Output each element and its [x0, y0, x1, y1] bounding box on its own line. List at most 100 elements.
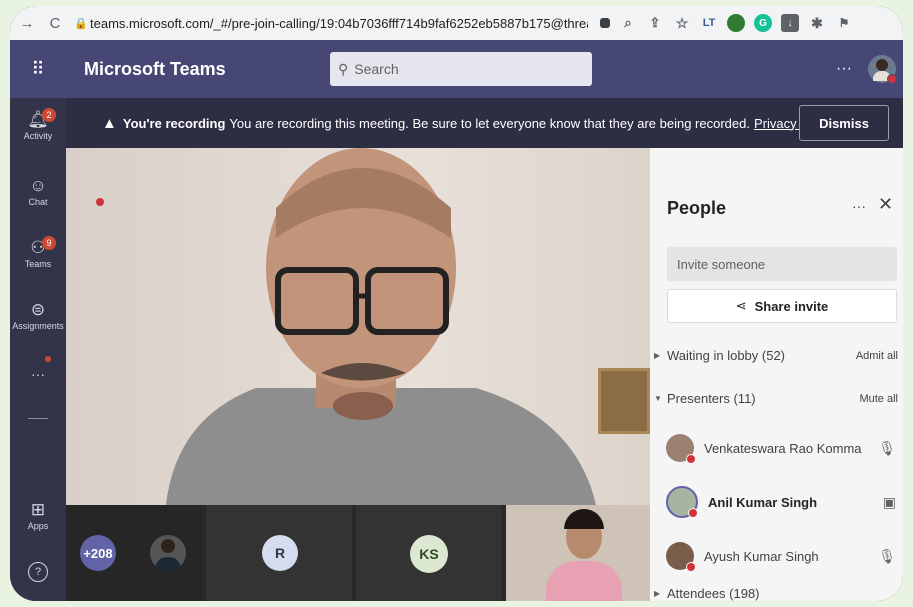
close-icon[interactable]: ✕ [878, 194, 893, 215]
extension-lt-icon[interactable]: LT [700, 14, 718, 32]
screen-share-icon[interactable]: ▣ [883, 494, 896, 511]
initials-avatar-r: R [262, 535, 298, 571]
people-title: People [667, 198, 727, 218]
activity-badge: 2 [42, 108, 56, 122]
rail-item-activity[interactable]: 🔔︎ 2 Activity [10, 108, 66, 141]
share-invite-label: Share invite [754, 298, 829, 314]
people-panel: People ··· ✕ Invite someone ⋖ Share invi… [650, 148, 903, 601]
mic-muted-icon[interactable]: 🎙︎ [878, 440, 896, 457]
participant-tile-r[interactable]: R [206, 505, 352, 601]
speaker-video [166, 148, 596, 505]
participant-hair [564, 509, 604, 529]
notification-dot [45, 356, 51, 362]
profile-avatar[interactable] [867, 55, 897, 84]
presenter-name: Ayush Kumar Singh [704, 548, 819, 564]
search-box[interactable]: ⚲ Search [330, 52, 592, 86]
bookmark-star-icon[interactable]: ☆ [673, 14, 691, 32]
rail-item-help[interactable]: ? [10, 562, 66, 582]
search-placeholder: Search [354, 61, 399, 77]
avatar [666, 486, 698, 518]
teams-header: ⠿ Microsoft Teams ⚲ Search ··· [10, 40, 903, 98]
lock-icon[interactable]: 🔒 [74, 17, 90, 30]
chevron-down-icon: ▼ [654, 394, 662, 403]
extension-green-icon[interactable] [727, 14, 745, 32]
rail-more-apps[interactable]: ··· [10, 356, 66, 382]
status-badge [686, 454, 696, 464]
list-item[interactable]: Anil Kumar Singh ▣ [666, 484, 900, 520]
rail-item-apps[interactable]: ⊞ Apps [10, 500, 66, 531]
recording-title: You're recording [122, 115, 226, 131]
chevron-right-icon: ▶ [654, 589, 661, 598]
overflow-count[interactable]: +208 [80, 535, 116, 571]
app-title: Microsoft Teams [84, 58, 226, 79]
camera-icon[interactable] [600, 18, 610, 28]
presenter-name: Anil Kumar Singh [708, 494, 818, 510]
attendees-label: Attendees (198) [667, 586, 760, 601]
presenter-name: Venkateswara Rao Komma [704, 440, 862, 456]
list-item[interactable]: Venkateswara Rao Komma 🎙︎ [666, 430, 900, 466]
main-video[interactable] [66, 148, 650, 505]
avatar [666, 434, 696, 464]
rail-label-activity: Activity [23, 131, 53, 141]
invite-input[interactable]: Invite someone [667, 247, 897, 281]
grammarly-icon[interactable]: G [754, 14, 772, 32]
avatar [666, 542, 696, 572]
waiting-lobby-section[interactable]: ▶ Waiting in lobby (52) Admit all [654, 348, 900, 363]
more-options-icon[interactable]: ··· [836, 60, 852, 78]
apps-icon: ⊞ [30, 500, 46, 519]
share-icon[interactable]: ⇪ [646, 14, 664, 32]
rail-item-assignments[interactable]: ⊜ Assignments [10, 300, 66, 331]
left-rail: 🔔︎ 2 Activity ☺ Chat ⚇ 9 Teams ⊜ Assignm… [10, 98, 66, 601]
bell-icon: 🔔︎ [27, 110, 49, 129]
recording-message: You are recording this meeting. Be sure … [229, 115, 750, 131]
overflow-tile[interactable]: +208 [66, 505, 202, 601]
participant-strip: +208 R KS [66, 505, 650, 601]
chat-icon: ☺ [29, 176, 47, 195]
reload-icon[interactable]: C [44, 12, 66, 34]
waiting-lobby-label: Waiting in lobby (52) [667, 348, 786, 363]
participant-tile-ks[interactable]: KS [356, 505, 502, 601]
forward-icon[interactable]: → [16, 12, 38, 34]
participant-video-tile[interactable] [506, 505, 650, 601]
mic-muted-icon[interactable]: 🎙︎ [878, 548, 896, 565]
status-badge [686, 562, 696, 572]
screen-frame: → C 🔒 teams.microsoft.com/_#/pre-join-ca… [10, 6, 903, 601]
people-more-icon[interactable]: ··· [852, 198, 866, 214]
rail-label-assignments: Assignments [12, 321, 64, 331]
attendees-section[interactable]: ▶ Attendees (198) [654, 586, 900, 601]
teams-badge: 9 [42, 236, 56, 250]
chevron-right-icon: ▶ [654, 351, 661, 360]
teams-icon: ⚇ [30, 238, 46, 257]
download-extension-icon[interactable]: ↓ [781, 14, 799, 32]
dismiss-button[interactable]: Dismiss [799, 105, 889, 141]
warning-icon: ▲ [102, 114, 117, 132]
puzzle-icon[interactable]: ✱ [808, 14, 826, 32]
rail-label-chat: Chat [28, 197, 48, 207]
recording-banner: ▲ You're recording You are recording thi… [66, 98, 903, 148]
rail-label-teams: Teams [24, 259, 52, 269]
zoom-icon[interactable]: ⌕ [619, 14, 637, 32]
flag-icon[interactable]: ⚑ [835, 14, 853, 32]
initials-avatar-ks: KS [410, 535, 448, 573]
rail-item-chat[interactable]: ☺ Chat [10, 176, 66, 207]
status-badge [688, 508, 698, 518]
help-icon: ? [28, 562, 48, 582]
presenters-section[interactable]: ▼ Presenters (11) Mute all [654, 391, 900, 406]
more-apps-icon: ··· [31, 366, 45, 382]
share-icon: ⋖ [735, 298, 747, 313]
mute-all-button[interactable]: Mute all [859, 393, 898, 405]
search-icon: ⚲ [338, 60, 349, 77]
app-launcher-icon[interactable]: ⠿ [10, 40, 66, 98]
presenters-label: Presenters (11) [667, 391, 756, 406]
participant-shirt [546, 561, 622, 601]
participant-avatar [150, 535, 186, 571]
share-invite-button[interactable]: ⋖ Share invite [667, 289, 897, 323]
list-item[interactable]: Ayush Kumar Singh 🎙︎ [666, 538, 900, 574]
address-bar[interactable]: teams.microsoft.com/_#/pre-join-calling/… [90, 16, 588, 31]
rail-divider [28, 418, 48, 419]
browser-toolbar: → C 🔒 teams.microsoft.com/_#/pre-join-ca… [10, 6, 903, 40]
backpack-icon: ⊜ [30, 300, 46, 319]
rail-label-apps: Apps [27, 521, 49, 531]
admit-all-button[interactable]: Admit all [856, 350, 898, 362]
rail-item-teams[interactable]: ⚇ 9 Teams [10, 236, 66, 269]
